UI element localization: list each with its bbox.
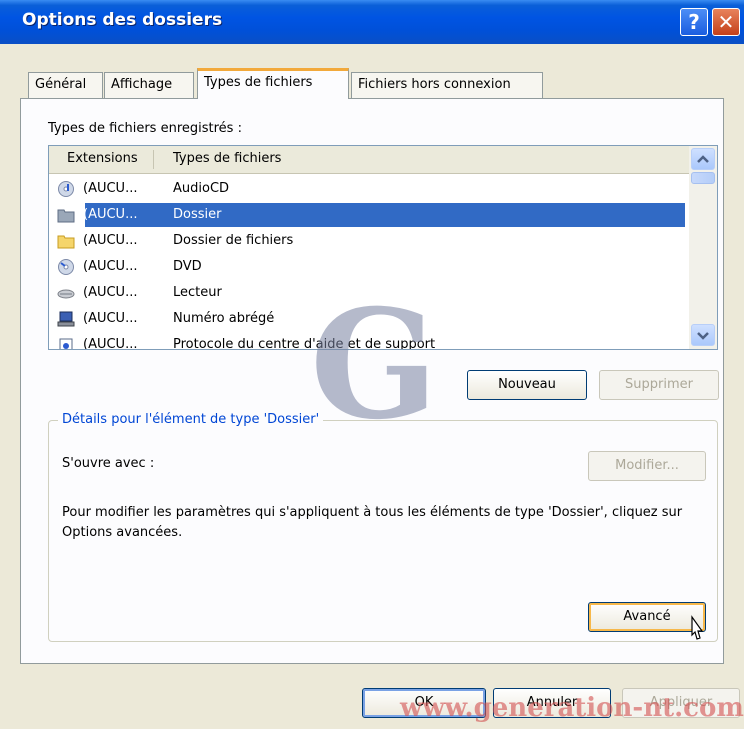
registered-types-label: Types de fichiers enregistrés : <box>48 121 242 136</box>
row-extension: (AUCU... <box>83 233 138 248</box>
column-header-extensions[interactable]: Extensions <box>67 151 138 166</box>
watermark-url: www.generation-nt.com <box>400 693 744 723</box>
dvd-icon <box>58 259 74 275</box>
list-header: Extensions Types de fichiers <box>49 146 689 174</box>
title-bar[interactable]: Options des dossiers ? ✕ <box>0 0 744 44</box>
row-extension: (AUCU... <box>83 207 138 222</box>
tab-general[interactable]: Général <box>28 72 103 98</box>
mouse-pointer-icon <box>691 615 704 640</box>
scroll-down-button[interactable] <box>691 324 715 346</box>
details-description: Pour modifier les paramètres qui s'appli… <box>62 505 683 540</box>
row-type: Dossier de fichiers <box>173 233 294 248</box>
chevron-down-icon <box>697 332 709 340</box>
header-separator[interactable] <box>153 150 154 169</box>
list-item[interactable]: (AUCU... AudioCD <box>49 176 689 202</box>
delete-button[interactable]: Supprimer <box>599 370 719 400</box>
chevron-up-icon <box>697 155 709 163</box>
column-header-types[interactable]: Types de fichiers <box>173 151 281 166</box>
help-button[interactable]: ? <box>680 8 708 36</box>
tab-affichage[interactable]: Affichage <box>104 72 194 98</box>
row-extension: (AUCU... <box>83 337 138 350</box>
modify-button[interactable]: Modifier... <box>588 451 706 481</box>
tab-fichiers-hors-connexion[interactable]: Fichiers hors connexion <box>351 72 543 98</box>
scroll-up-button[interactable] <box>691 148 715 170</box>
audio-cd-icon <box>58 181 74 197</box>
opens-with-label: S'ouvre avec : <box>62 456 155 471</box>
row-extension: (AUCU... <box>83 181 138 196</box>
window-title: Options des dossiers <box>22 10 223 30</box>
vertical-scrollbar[interactable] <box>689 146 717 349</box>
folder-icon <box>57 209 75 223</box>
details-group-title: Détails pour l'élément de type 'Dossier' <box>58 412 324 427</box>
row-type: DVD <box>173 259 202 274</box>
folder-options-dialog: Options des dossiers ? ✕ Général Afficha… <box>0 0 744 729</box>
row-type: Lecteur <box>173 285 222 300</box>
scroll-thumb[interactable] <box>691 172 715 184</box>
computer-icon <box>57 311 75 327</box>
watermark-logo: G <box>310 277 439 453</box>
row-extension: (AUCU... <box>83 285 138 300</box>
help-doc-icon <box>59 338 73 349</box>
drive-icon <box>57 289 75 299</box>
row-extension: (AUCU... <box>83 259 138 274</box>
list-item-selected[interactable]: (AUCU... Dossier <box>49 202 689 228</box>
folder-open-icon <box>57 235 75 249</box>
row-type: Dossier <box>173 207 222 222</box>
close-button[interactable]: ✕ <box>712 8 740 36</box>
row-extension: (AUCU... <box>83 311 138 326</box>
list-item[interactable]: (AUCU... Dossier de fichiers <box>49 228 689 254</box>
row-type: AudioCD <box>173 181 230 196</box>
tab-types-de-fichiers[interactable]: Types de fichiers <box>197 68 349 99</box>
new-button[interactable]: Nouveau <box>467 370 587 400</box>
row-type: Numéro abrégé <box>173 311 275 326</box>
